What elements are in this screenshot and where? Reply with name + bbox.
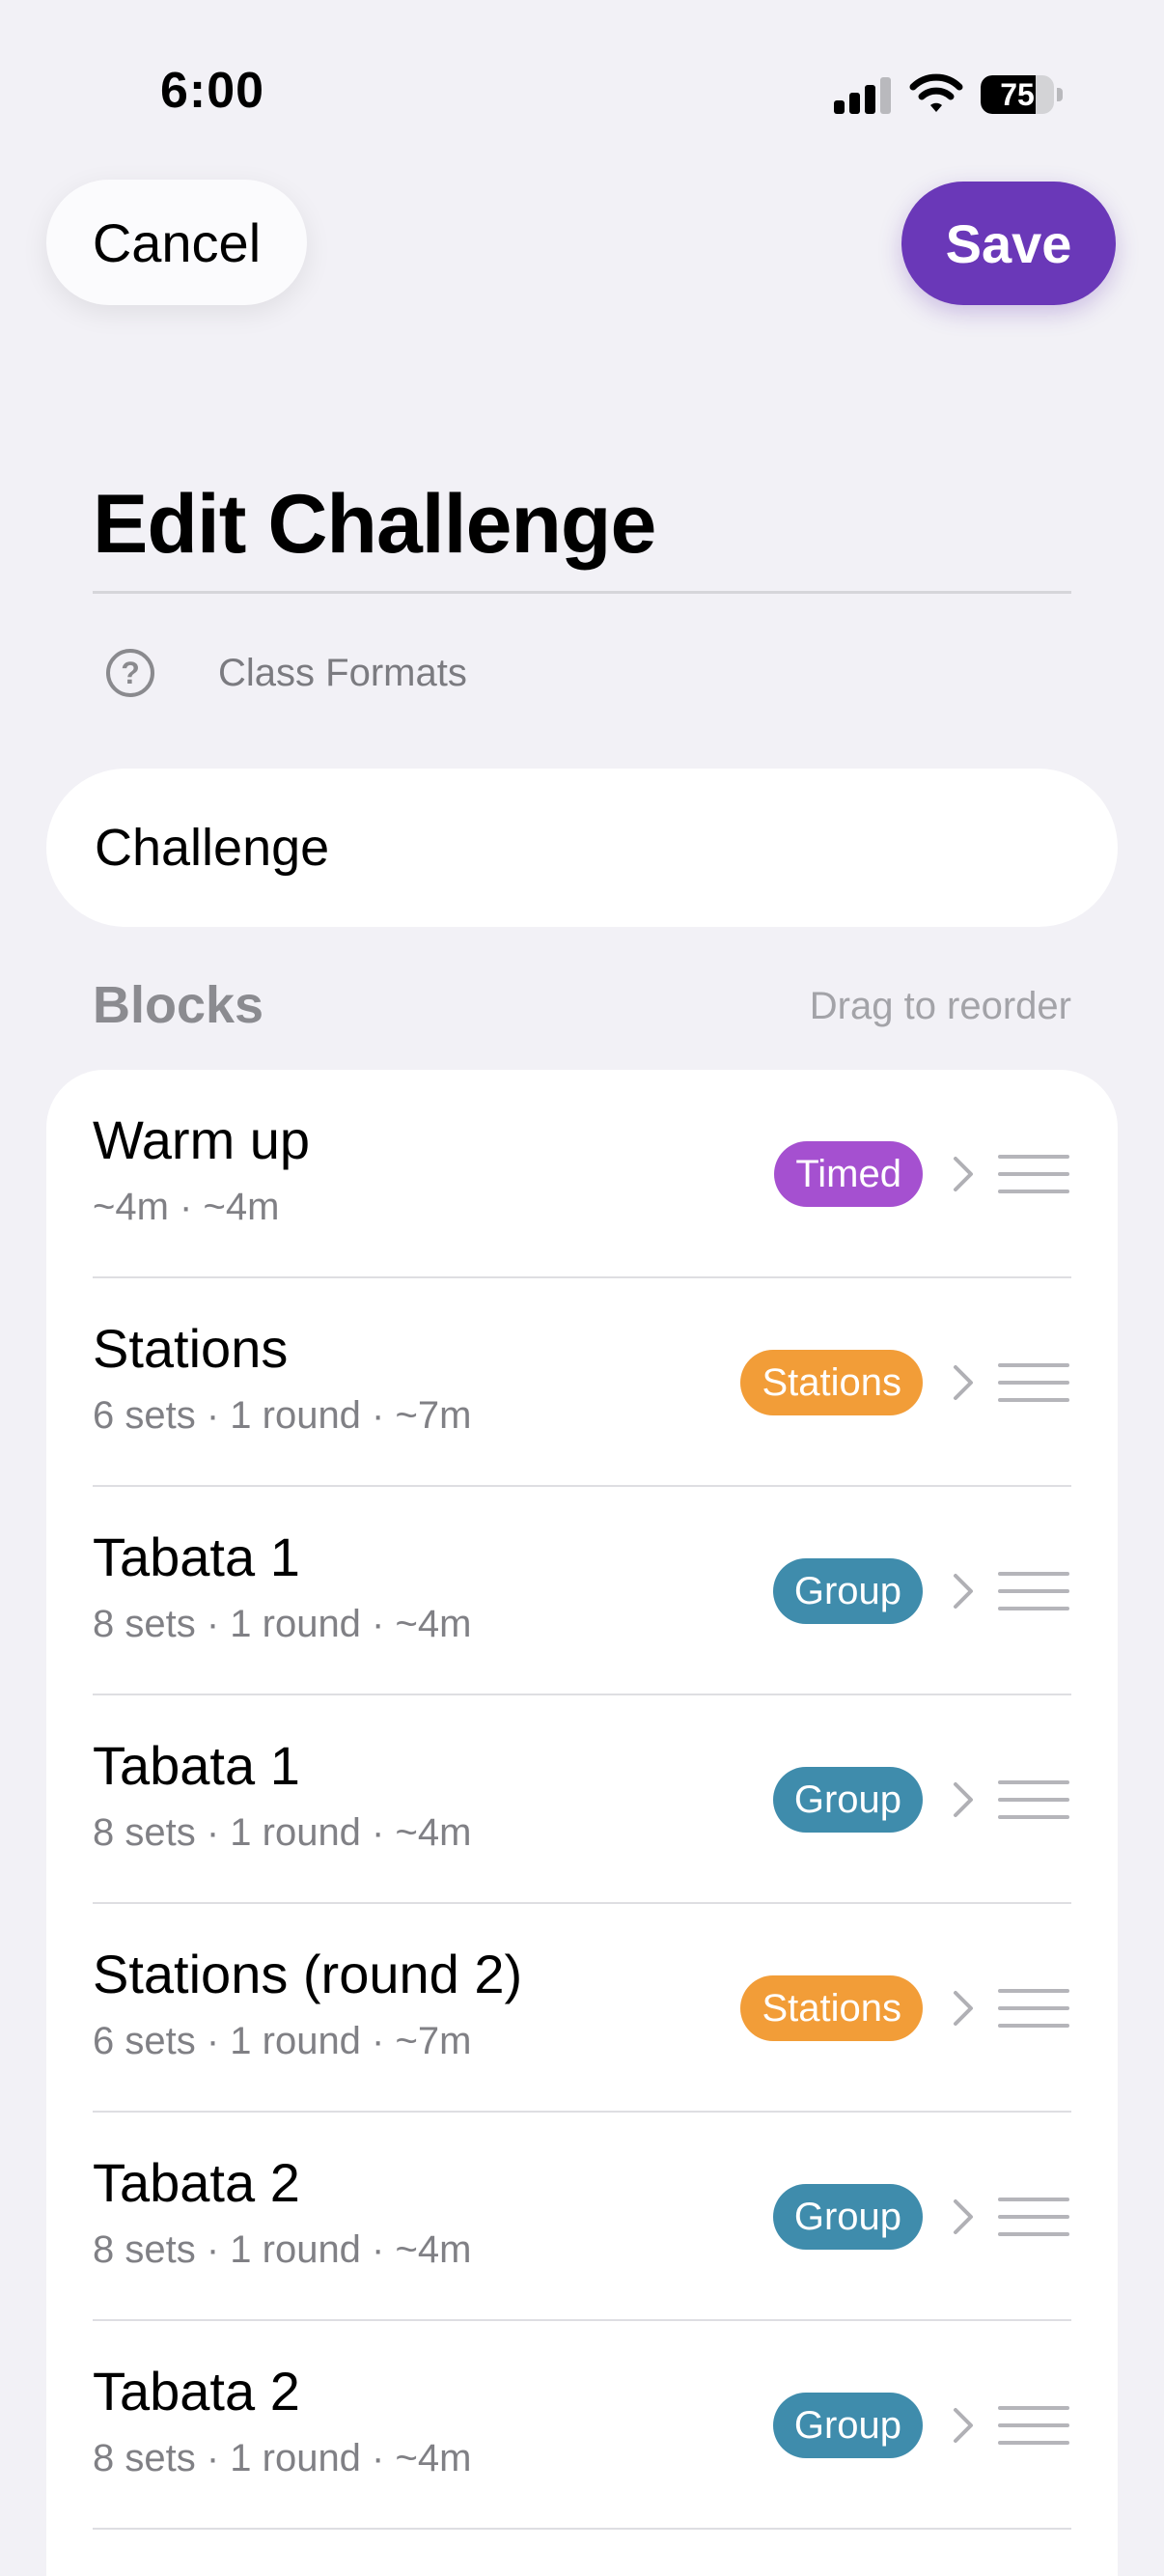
chevron-right-icon (954, 1574, 973, 1609)
block-name: Tabata 2 (93, 2361, 300, 2422)
block-name: Tabata 1 (93, 1526, 300, 1587)
page-title: Edit Challenge (93, 478, 656, 571)
class-formats-label: Class Formats (218, 651, 467, 694)
block-meta: 6 sets · 1 round · ~7m (93, 1394, 472, 1437)
chevron-right-icon (954, 2199, 973, 2234)
block-type-badge: Group (772, 1767, 923, 1833)
block-type-badge: Stations (740, 1975, 923, 2041)
block-meta: 8 sets · 1 round · ~4m (93, 2228, 472, 2271)
status-bar: 6:00 75 (0, 0, 1164, 183)
chevron-right-icon (954, 1991, 973, 2026)
drag-handle-icon[interactable] (998, 2404, 1069, 2447)
blocks-heading: Blocks (93, 976, 264, 1034)
save-button[interactable]: Save (901, 182, 1116, 305)
block-row[interactable]: Tabata 2 8 sets · 1 round · ~4m Group (46, 2113, 1118, 2321)
chevron-right-icon (954, 1782, 973, 1817)
battery-icon: 75 (981, 75, 1064, 114)
block-row[interactable]: Warm up ~4m · ~4m Timed (46, 1070, 1118, 1278)
class-formats-link[interactable]: ? Class Formats (93, 637, 467, 709)
block-type-badge: Group (772, 1558, 923, 1624)
drag-handle-icon[interactable] (998, 1153, 1069, 1195)
block-row[interactable]: Tabata 1 8 sets · 1 round · ~4m Group (46, 1487, 1118, 1695)
block-meta: 8 sets · 1 round · ~4m (93, 1811, 472, 1854)
drag-handle-icon[interactable] (998, 1778, 1069, 1821)
chevron-right-icon (954, 1365, 973, 1400)
reorder-hint: Drag to reorder (809, 985, 1071, 1027)
chevron-right-icon (954, 1157, 973, 1191)
cellular-signal-icon (834, 77, 892, 114)
block-row[interactable]: Tabata 1 8 sets · 1 round · ~4m Group (46, 1695, 1118, 1904)
battery-percentage: 75 (1000, 77, 1035, 112)
drag-handle-icon[interactable] (998, 1987, 1069, 2030)
drag-handle-icon[interactable] (998, 1361, 1069, 1404)
blocks-list: Warm up ~4m · ~4m Timed Stations 6 sets … (46, 1070, 1118, 2576)
block-type-badge: Stations (740, 1350, 923, 1415)
block-name: Tabata 1 (93, 1735, 300, 1796)
wifi-icon (909, 73, 963, 112)
challenge-name-field[interactable]: Challenge (46, 769, 1118, 927)
block-meta: 6 sets · 1 round · ~7m (93, 2020, 472, 2062)
block-type-badge: Group (772, 2184, 923, 2250)
title-divider (93, 591, 1071, 594)
block-type-badge: Group (772, 2393, 923, 2458)
cancel-button[interactable]: Cancel (46, 180, 307, 305)
block-meta: ~4m · ~4m (93, 1186, 280, 1228)
block-meta: 8 sets · 1 round · ~4m (93, 1603, 472, 1645)
question-circle-icon: ? (106, 649, 154, 697)
row-divider (93, 2528, 1071, 2530)
drag-handle-icon[interactable] (998, 1570, 1069, 1612)
block-name: Warm up (93, 1109, 311, 1170)
drag-handle-icon[interactable] (998, 2196, 1069, 2238)
block-name: Tabata 2 (93, 2152, 300, 2213)
chevron-right-icon (954, 2408, 973, 2443)
status-time: 6:00 (160, 63, 265, 119)
block-row[interactable]: Tabata 2 8 sets · 1 round · ~4m Group (46, 2321, 1118, 2530)
block-row[interactable]: Stations (round 2) 6 sets · 1 round · ~7… (46, 1904, 1118, 2113)
block-name: Stations (round 2) (93, 1944, 523, 2004)
block-meta: 8 sets · 1 round · ~4m (93, 2437, 472, 2479)
block-name: Stations (93, 1318, 289, 1379)
block-type-badge: Timed (774, 1141, 923, 1207)
block-row[interactable]: Stations 6 sets · 1 round · ~7m Stations (46, 1278, 1118, 1487)
